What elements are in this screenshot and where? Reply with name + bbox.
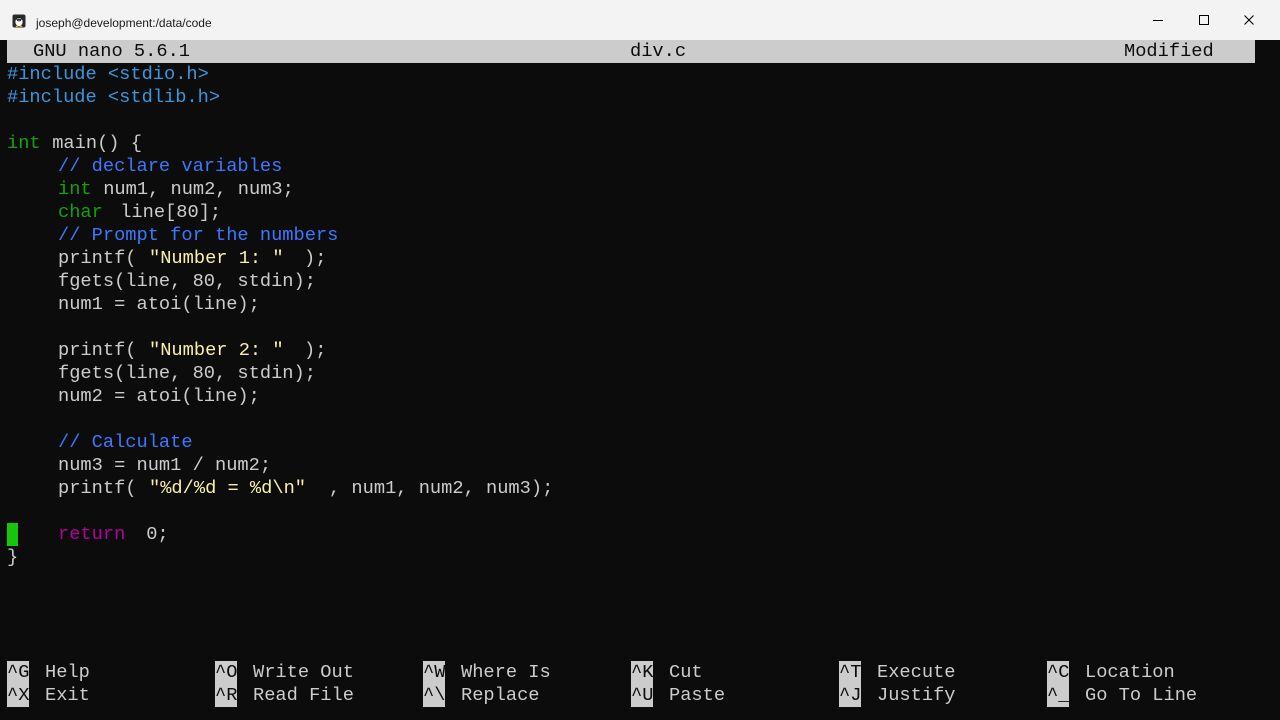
shortcut-go-to-line[interactable]: Go To Line xyxy=(1085,684,1197,707)
include-directive: #include <stdlib.h> xyxy=(7,86,221,108)
shortcut-key[interactable]: ^X xyxy=(7,684,30,707)
shortcut-key[interactable]: ^\ xyxy=(423,684,446,707)
code-comment: // Prompt for the numbers xyxy=(58,224,339,246)
code-line[interactable]: fgets(line, 80, stdin); xyxy=(7,270,1255,293)
code-text: line[80]; xyxy=(109,201,222,223)
code-line[interactable]: num1 = atoi(line); xyxy=(7,293,1255,316)
code-text: num1 = atoi(line); xyxy=(58,293,260,315)
tux-terminal-icon xyxy=(12,14,26,28)
shortcut-location[interactable]: Location xyxy=(1085,661,1175,684)
shortcut-row: ^X Exit ^R Read File ^\ Replace ^U Paste… xyxy=(7,684,1255,707)
code-line[interactable]: fgets(line, 80, stdin); xyxy=(7,362,1255,385)
code-line[interactable]: #include <stdlib.h> xyxy=(7,86,1255,109)
shortcut-key[interactable]: ^C xyxy=(1047,661,1070,684)
code-comment: // declare variables xyxy=(58,155,283,177)
shortcut-key[interactable]: ^T xyxy=(839,661,862,684)
close-button[interactable] xyxy=(1226,0,1272,40)
code-text: printf( xyxy=(58,477,137,499)
code-text: main() { xyxy=(41,132,142,154)
code-line[interactable]: num2 = atoi(line); xyxy=(7,385,1255,408)
code-line[interactable]: // Prompt for the numbers xyxy=(7,224,1255,247)
code-text: printf( xyxy=(58,339,137,361)
shortcut-where-is[interactable]: Where Is xyxy=(461,661,551,684)
code-line[interactable]: } xyxy=(7,546,1255,569)
code-line[interactable]: // Calculate xyxy=(7,431,1255,454)
shortcut-read-file[interactable]: Read File xyxy=(253,684,354,707)
return-keyword: return xyxy=(58,523,126,545)
code-text: num3 = num1 / num2; xyxy=(58,454,272,476)
code-text: fgets(line, 80, stdin); xyxy=(58,362,316,384)
code-text: 0; xyxy=(135,523,169,545)
string-literal: "%d/%d = %d\n" xyxy=(149,477,307,499)
shortcut-key[interactable]: ^U xyxy=(631,684,654,707)
text-cursor xyxy=(7,523,18,546)
minimize-button[interactable] xyxy=(1135,0,1181,40)
string-literal: "Number 2: " xyxy=(149,339,284,361)
terminal-content[interactable]: GNU nano 5.6.1 div.c Modified #include <… xyxy=(7,40,1255,710)
shortcut-help[interactable]: Help xyxy=(45,661,90,684)
code-line[interactable]: int num1, num2, num3; xyxy=(7,178,1255,201)
shortcut-key[interactable]: ^W xyxy=(423,661,446,684)
file-name: div.c xyxy=(630,40,687,62)
code-line[interactable]: #include <stdio.h> xyxy=(7,63,1255,86)
code-text: printf( xyxy=(58,247,137,269)
scrollbar[interactable] xyxy=(1256,40,1280,710)
window-title: joseph@development:/data/code xyxy=(36,16,212,30)
code-text: ); xyxy=(304,247,327,269)
shortcut-write-out[interactable]: Write Out xyxy=(253,661,354,684)
include-directive: #include <stdio.h> xyxy=(7,63,209,85)
shortcut-execute[interactable]: Execute xyxy=(877,661,956,684)
code-text: ); xyxy=(304,339,327,361)
maximize-button[interactable] xyxy=(1181,0,1227,40)
code-text: , num1, num2, num3); xyxy=(329,477,554,499)
title-bar[interactable]: joseph@development:/data/code xyxy=(0,0,1280,40)
maximize-icon xyxy=(1199,15,1209,25)
shortcut-exit[interactable]: Exit xyxy=(45,684,90,707)
shortcut-key[interactable]: ^_ xyxy=(1047,684,1070,707)
shortcut-replace[interactable]: Replace xyxy=(461,684,540,707)
shortcut-row: ^G Help ^O Write Out ^W Where Is ^K Cut … xyxy=(7,661,1255,684)
closing-brace: } xyxy=(7,546,19,568)
modified-status: Modified xyxy=(1124,40,1214,62)
shortcut-key[interactable]: ^O xyxy=(215,661,238,684)
type-keyword: char xyxy=(58,201,103,223)
code-line[interactable]: num3 = num1 / num2; xyxy=(7,454,1255,477)
code-line[interactable]: int main() { xyxy=(7,132,1255,155)
code-text: num2 = atoi(line); xyxy=(58,385,260,407)
type-keyword: int xyxy=(7,132,41,154)
shortcut-paste[interactable]: Paste xyxy=(669,684,725,707)
nano-version: GNU nano 5.6.1 xyxy=(33,40,191,62)
code-line[interactable]: return 0; xyxy=(7,523,1255,546)
shortcut-key[interactable]: ^J xyxy=(839,684,862,707)
code-comment: // Calculate xyxy=(58,431,193,453)
code-text: fgets(line, 80, stdin); xyxy=(58,270,316,292)
code-line[interactable]: printf( "%d/%d = %d\n" , num1, num2, num… xyxy=(7,477,1255,500)
code-text: num1, num2, num3; xyxy=(92,178,294,200)
close-icon xyxy=(1244,15,1254,25)
shortcut-justify[interactable]: Justify xyxy=(877,684,956,707)
minimize-icon xyxy=(1153,20,1163,21)
code-line[interactable]: printf( "Number 1: " ); xyxy=(7,247,1255,270)
nano-header-bar: GNU nano 5.6.1 div.c Modified xyxy=(7,40,1255,63)
code-line[interactable]: // declare variables xyxy=(7,155,1255,178)
shortcut-key[interactable]: ^K xyxy=(631,661,654,684)
code-line[interactable]: printf( "Number 2: " ); xyxy=(7,339,1255,362)
shortcut-cut[interactable]: Cut xyxy=(669,661,703,684)
shortcut-key[interactable]: ^G xyxy=(7,661,30,684)
code-line[interactable]: char line[80]; xyxy=(7,201,1255,224)
type-keyword: int xyxy=(58,178,92,200)
string-literal: "Number 1: " xyxy=(149,247,284,269)
terminal-window: joseph@development:/data/code GNU nano 5… xyxy=(0,0,1280,720)
shortcut-key[interactable]: ^R xyxy=(215,684,238,707)
